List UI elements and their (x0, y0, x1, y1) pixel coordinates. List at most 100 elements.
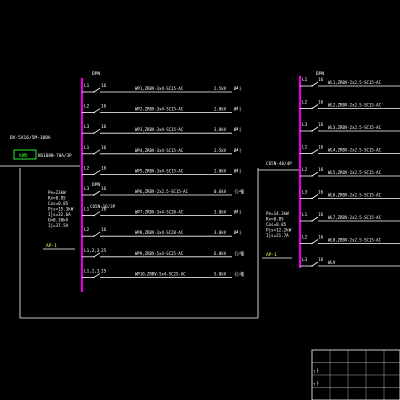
cable-spec: WP9,ZRBV-5x4-SC25-AC (135, 251, 184, 256)
breaker-pivot (93, 91, 95, 93)
cable-spec: WP6,ZRBV-2x2.5-SC15-AC (135, 189, 189, 194)
incoming-spec-label: BV-5X16/5M-100A (10, 135, 51, 141)
load-name: ┤░┴▒ (233, 251, 244, 256)
phase-label: L1,2,3 (84, 248, 100, 254)
panel-id-label: AP-1 (46, 243, 57, 249)
power-rating: 2.5kV (214, 86, 227, 91)
load-param-line: Cos=0.85 (266, 222, 287, 227)
phase-label: L3 (302, 122, 308, 128)
phase-label: L1 (302, 77, 308, 83)
breaker-pivot (311, 85, 313, 87)
breaker-pivot (93, 235, 95, 237)
cable-spec: WL7,ZRBV-2x2.5-SC15-AC (328, 215, 382, 220)
power-rating: 2.0kV (214, 107, 227, 112)
load-name: Ø╝├ (234, 86, 242, 91)
load-param-line: Pe=23kW (48, 190, 66, 195)
cable-spec: WP10,ZRBV-5x4-SC25-AC (135, 271, 186, 276)
breaker-pivot (311, 130, 313, 132)
cb-rating: 16 (318, 190, 324, 196)
cb-rating: 16 (101, 124, 107, 130)
phase-label: L2 (302, 100, 308, 106)
breaker-pivot (93, 132, 95, 134)
load-name: Ø╝├ (234, 210, 242, 215)
cable-spec: WP4,ZRBV-3x4-SC15-AC (135, 148, 184, 153)
cb-rating: 16 (318, 167, 324, 173)
load-name: Ø╝├ (234, 127, 242, 132)
cable-spec: WL4,ZRBV-2x2.5-SC15-AC (328, 148, 382, 153)
cable-spec: WP3,ZRBV-3x4-SC15-AC (135, 127, 184, 132)
load-param-line: Ijs=21.7A (266, 233, 289, 238)
phase-label: L3 (84, 186, 90, 192)
cb-rating: 16 (101, 83, 107, 89)
load-name: Ø╝├ (234, 107, 242, 112)
phase-label: L1 (84, 207, 90, 213)
load-name: ┤░┴▒ (233, 189, 244, 194)
cb-rating: 16 (318, 212, 324, 218)
load-param-line: Kx=0.85 (48, 196, 66, 201)
breaker-pivot (311, 197, 313, 200)
phase-label: L2 (302, 235, 308, 241)
breaker-pivot (311, 220, 313, 222)
phase-label: L3 (302, 190, 308, 196)
breaker-pivot (93, 256, 95, 258)
load-param-line: U=0.38kV (48, 218, 69, 223)
power-rating: 5.0kV (214, 271, 227, 276)
phase-label: L1,2,3 (84, 268, 100, 274)
breaker-pivot (311, 107, 313, 110)
cb-rating: 16 (318, 257, 324, 263)
power-rating: 3.0kV (214, 230, 227, 235)
right-main-breaker-label: C65N-40/4P (266, 161, 292, 167)
cable-spec: WL6,ZRBV-2x2.5-SC15-AC (328, 193, 382, 198)
cable-spec: WP5,ZRBV-3x4-SC15-AC (135, 168, 184, 173)
load-param-line: Cos=0.85 (48, 201, 69, 206)
cable-spec: WL3,ZRBV-2x2.5-SC15-AC (328, 125, 382, 130)
cb-rating: 16 (101, 227, 107, 233)
cable-spec: WP7,ZRBV-3x4-SC20-AC (135, 210, 184, 215)
meter-label: kWh (19, 153, 28, 159)
power-rating: 2.0kV (214, 168, 227, 173)
cb-rating: 16 (101, 186, 107, 192)
load-name: Ø╝├ (234, 148, 242, 153)
cb-rating: 16 (318, 122, 324, 128)
phase-label: L2 (84, 165, 90, 171)
cable-spec: WL8,ZRBV-2x2.5-SC15-AC (328, 238, 382, 243)
cable-spec: WL2,ZRBV-2x2.5-SC15-AC (328, 103, 382, 108)
bus-tag-mid: DPN (92, 182, 100, 188)
breaker-pivot (311, 265, 313, 267)
breaker-pivot (311, 175, 313, 177)
cable-spec: WL5,ZRBV-2x2.5-SC15-AC (328, 170, 382, 175)
cb-rating: 25 (101, 268, 107, 274)
cb-rating: 16 (318, 145, 324, 151)
phase-label: L1 (302, 212, 308, 218)
right-panel-id-label: AP-1 (266, 252, 277, 258)
load-param-line: Pe=14.3kW (266, 211, 289, 216)
load-name: ┤░┴▒ (233, 271, 244, 276)
phase-label: L3 (302, 257, 308, 263)
breaker-pivot (93, 194, 95, 196)
breaker-pivot (93, 214, 95, 217)
power-rating: 0.6kV (214, 189, 227, 194)
phase-label: L1 (302, 145, 308, 151)
cb-rating: 16 (318, 100, 324, 106)
breaker-pivot (93, 153, 95, 155)
cable-spec: WL1,ZRBV-2x2.5-SC15-AC (328, 80, 382, 85)
phase-label: L1 (84, 83, 90, 89)
power-rating: 2.5kV (214, 148, 227, 153)
phase-label: L2 (302, 167, 308, 173)
load-param-line: Pjs=15.3kW (48, 207, 74, 212)
electrical-diagram-canvas: BV-5X16/5M-100A kWh NS100N-70A/3P Pe=23k… (0, 0, 400, 400)
phase-label: L1 (84, 145, 90, 151)
cb-rating: 16 (101, 145, 107, 151)
right-bus-tag: DPN (316, 71, 324, 77)
phase-label: L2 (84, 227, 90, 233)
power-rating: 6.0kV (214, 251, 227, 256)
cb-rating: 16 (101, 207, 107, 213)
breaker-pivot (93, 173, 95, 176)
power-rating: 3.0kV (214, 210, 227, 215)
cable-spec: WP8,ZRBV-3x4-SC20-AC (135, 230, 184, 235)
cb-rating: 25 (101, 248, 107, 254)
load-param-line: Kx=0.85 (266, 217, 284, 222)
breaker-pivot (93, 276, 95, 279)
load-name: Ø╝├ (234, 168, 242, 173)
breaker-pivot (311, 152, 313, 155)
